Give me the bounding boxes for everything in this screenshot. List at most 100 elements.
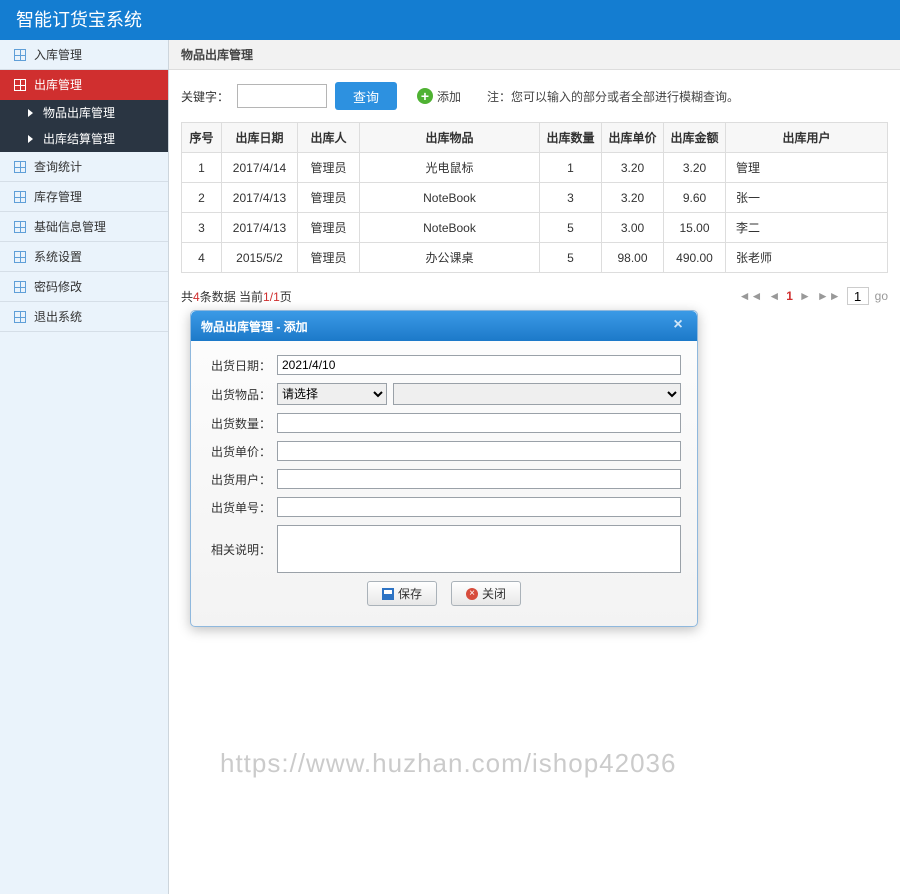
save-icon [382, 588, 394, 600]
dialog-title-bar[interactable]: 物品出库管理 - 添加 × [191, 311, 697, 341]
no-input[interactable] [277, 497, 681, 517]
table-row[interactable]: 12017/4/14管理员光电鼠标13.203.20管理 [182, 153, 888, 183]
sidebar-item-stock[interactable]: 库存管理 [0, 182, 168, 212]
sidebar-item-label: 查询统计 [34, 152, 82, 182]
sidebar-item-label: 库存管理 [34, 182, 82, 212]
grid-icon [14, 79, 26, 91]
pager-current: 1 [786, 289, 793, 303]
close-button[interactable]: ×关闭 [451, 581, 521, 606]
table-cell: 3.20 [664, 153, 726, 183]
grid-icon [14, 251, 26, 263]
qty-label: 出货数量： [207, 415, 271, 432]
table-cell: 办公课桌 [360, 243, 540, 273]
item-select-2[interactable] [393, 383, 681, 405]
caret-icon [28, 135, 33, 143]
table-cell: 3.00 [602, 213, 664, 243]
table-cell: 2015/5/2 [222, 243, 298, 273]
close-icon[interactable]: × [669, 317, 687, 335]
sidebar-item-instock[interactable]: 入库管理 [0, 40, 168, 70]
date-input[interactable] [277, 355, 681, 375]
sidebar-item-settings[interactable]: 系统设置 [0, 242, 168, 272]
sidebar-item-exit[interactable]: 退出系统 [0, 302, 168, 332]
sidebar-sub-label: 物品出库管理 [43, 100, 115, 126]
table-cell: 5 [540, 213, 602, 243]
add-button[interactable]: + 添加 [417, 88, 461, 105]
desc-label: 相关说明： [207, 541, 271, 558]
dialog-title: 物品出库管理 - 添加 [201, 318, 308, 335]
caret-icon [28, 109, 33, 117]
item-label: 出货物品： [207, 386, 271, 403]
table-cell: 管理 [726, 153, 888, 183]
sidebar-item-outstock[interactable]: 出库管理 [0, 70, 168, 100]
table-cell: 2017/4/14 [222, 153, 298, 183]
table-cell: 98.00 [602, 243, 664, 273]
price-input[interactable] [277, 441, 681, 461]
table-cell: NoteBook [360, 183, 540, 213]
data-table: 序号 出库日期 出库人 出库物品 出库数量 出库单价 出库金额 出库用户 1 20… [181, 122, 888, 273]
table-row[interactable]: 22017/4/13管理员NoteBook33.209.60张一 [182, 183, 888, 213]
pager-first[interactable]: ◄◄ [739, 289, 763, 303]
keyword-label: 关键字： [181, 88, 229, 105]
keyword-input[interactable] [237, 84, 327, 108]
table-cell: 5 [540, 243, 602, 273]
table-cell: 张老师 [726, 243, 888, 273]
pager-prev[interactable]: ◄ [768, 289, 780, 303]
table-cell: 3 [540, 183, 602, 213]
table-cell: 2 [182, 183, 222, 213]
sidebar-sub-outstock-settle[interactable]: 出库结算管理 [0, 126, 168, 152]
table-row[interactable]: 32017/4/13管理员NoteBook53.0015.00李二 [182, 213, 888, 243]
pager-go[interactable]: go [875, 289, 888, 303]
col-price: 出库单价 [602, 123, 664, 153]
sidebar-item-label: 退出系统 [34, 302, 82, 332]
sidebar-item-password[interactable]: 密码修改 [0, 272, 168, 302]
table-cell: 9.60 [664, 183, 726, 213]
add-label: 添加 [437, 88, 461, 105]
grid-icon [14, 161, 26, 173]
grid-icon [14, 49, 26, 61]
sidebar-item-label: 密码修改 [34, 272, 82, 302]
table-cell: 490.00 [664, 243, 726, 273]
col-qty: 出库数量 [540, 123, 602, 153]
sidebar-item-base[interactable]: 基础信息管理 [0, 212, 168, 242]
grid-icon [14, 221, 26, 233]
table-cell: 4 [182, 243, 222, 273]
table-cell: 光电鼠标 [360, 153, 540, 183]
sidebar-sub-label: 出库结算管理 [43, 126, 115, 152]
qty-input[interactable] [277, 413, 681, 433]
sidebar-item-label: 系统设置 [34, 242, 82, 272]
watermark: https://www.huzhan.com/ishop42036 [220, 748, 676, 779]
table-row[interactable]: 42015/5/2管理员办公课桌598.00490.00张老师 [182, 243, 888, 273]
pager-last[interactable]: ►► [817, 289, 841, 303]
table-cell: 3 [182, 213, 222, 243]
col-seq: 序号 [182, 123, 222, 153]
sidebar-item-query[interactable]: 查询统计 [0, 152, 168, 182]
price-label: 出货单价： [207, 443, 271, 460]
sidebar-sub-outstock-manage[interactable]: 物品出库管理 [0, 100, 168, 126]
col-user: 出库用户 [726, 123, 888, 153]
table-cell: 管理员 [298, 183, 360, 213]
table-cell: 管理员 [298, 213, 360, 243]
pager-next[interactable]: ► [799, 289, 811, 303]
save-button[interactable]: 保存 [367, 581, 437, 606]
table-cell: 管理员 [298, 153, 360, 183]
user-label: 出货用户： [207, 471, 271, 488]
sidebar: 入库管理 出库管理 物品出库管理 出库结算管理 查询统计 库存管理 基础信息管理… [0, 40, 169, 894]
item-select-1[interactable]: 请选择 [277, 383, 387, 405]
table-cell: 2017/4/13 [222, 213, 298, 243]
desc-textarea[interactable] [277, 525, 681, 573]
no-label: 出货单号： [207, 499, 271, 516]
query-button[interactable]: 查询 [335, 82, 397, 110]
col-item: 出库物品 [360, 123, 540, 153]
col-person: 出库人 [298, 123, 360, 153]
pager-input[interactable] [847, 287, 869, 305]
table-header-row: 序号 出库日期 出库人 出库物品 出库数量 出库单价 出库金额 出库用户 [182, 123, 888, 153]
table-cell: 1 [540, 153, 602, 183]
sidebar-item-label: 出库管理 [34, 70, 82, 100]
user-input[interactable] [277, 469, 681, 489]
app-header: 智能订货宝系统 [0, 0, 900, 40]
date-label: 出货日期： [207, 357, 271, 374]
table-cell: 3.20 [602, 153, 664, 183]
sidebar-item-label: 基础信息管理 [34, 212, 106, 242]
table-cell: 张一 [726, 183, 888, 213]
pager-summary: 共4条数据 当前1/1页 [181, 288, 292, 305]
